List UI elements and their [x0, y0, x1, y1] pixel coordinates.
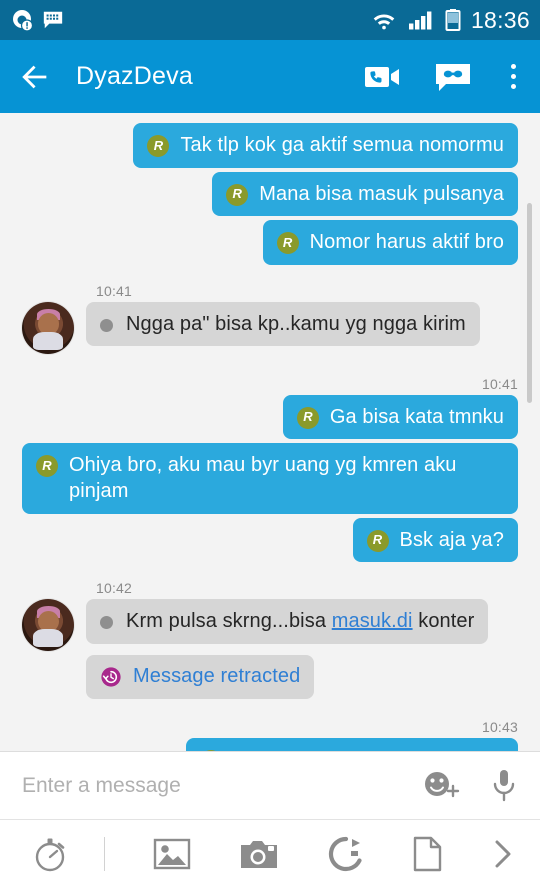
message-timestamp: 10:41: [481, 375, 518, 392]
chat-title: DyazDeva: [76, 62, 193, 90]
message-row[interactable]: R Nomor harus aktif bro: [0, 220, 540, 265]
message-input[interactable]: [22, 773, 408, 798]
message-text: Mana bisa masuk pulsanya: [259, 182, 504, 205]
battery-icon: [445, 9, 461, 31]
camera-button[interactable]: [239, 838, 279, 870]
message-row[interactable]: R Mana bisa masuk pulsanya: [0, 171, 540, 217]
message-bubble-outgoing[interactable]: R Ohiya bro, aku mau byr uang yg kmren a…: [22, 443, 518, 514]
overflow-menu-icon[interactable]: [505, 62, 522, 91]
message-timestamp: 10:41: [96, 282, 133, 299]
message-bubble-outgoing[interactable]: R Nomor harus aktif bro: [262, 220, 518, 265]
message-bubble-outgoing[interactable]: R Mana bisa masuk pulsanya: [212, 171, 518, 217]
bbm-message-icon: [43, 11, 63, 29]
chat-header: DyazDeva: [0, 40, 540, 113]
attachment-toolbar: [0, 820, 540, 888]
message-bubble-outgoing[interactable]: R Gak bisa keluar kntor brooooo: [186, 737, 518, 751]
header-actions: [365, 62, 522, 92]
video-call-icon[interactable]: [365, 63, 401, 91]
bbm-alert-icon: [13, 10, 34, 32]
message-link[interactable]: masuk.di: [332, 610, 413, 632]
message-text: Ohiya bro, aku mau byr uang yg kmren aku…: [69, 454, 457, 502]
message-timestamp: 10:42: [96, 580, 133, 597]
retract-badge-icon: R: [276, 232, 299, 255]
input-row: [0, 752, 540, 820]
status-clock: 18:36: [470, 6, 530, 33]
message-row[interactable]: R Gak bisa keluar kntor brooooo: [0, 737, 540, 751]
message-row[interactable]: Ngga pa" bisa kp..kamu yg ngga kirim: [0, 301, 540, 354]
timer-button[interactable]: [24, 835, 78, 873]
wifi-icon: [373, 14, 395, 30]
message-bubble-incoming[interactable]: Krm pulsa skrng...bisa masuk.di konter: [86, 599, 489, 644]
scrollbar[interactable]: [527, 203, 532, 403]
message-text: Ga bisa kata tmnku: [329, 405, 504, 428]
retract-badge-icon: R: [226, 183, 249, 206]
toolbar-divider: [104, 837, 105, 871]
status-system-icons: 18:36: [370, 7, 530, 34]
message-text: Krm pulsa skrng...bisa masuk.di konter: [126, 608, 474, 635]
giphy-button[interactable]: [328, 836, 364, 872]
status-notification-icons: [10, 8, 64, 32]
composer: [0, 751, 540, 888]
document-icon: [413, 836, 442, 872]
back-arrow-icon[interactable]: [18, 60, 52, 94]
gallery-icon: [154, 838, 191, 870]
retract-badge-icon: R: [296, 406, 319, 429]
message-bubble-outgoing[interactable]: R Tak tlp kok ga aktif semua nomormu: [133, 123, 518, 168]
message-text: Ngga pa" bisa kp..kamu yg ngga kirim: [126, 312, 466, 335]
message-row[interactable]: R Tak tlp kok ga aktif semua nomormu: [0, 123, 540, 168]
message-text: Gak bisa keluar kntor brooooo: [233, 747, 504, 751]
retract-badge-icon: R: [366, 529, 389, 552]
timer-icon: [35, 838, 65, 872]
message-row[interactable]: Krm pulsa skrng...bisa masuk.di konter: [0, 599, 540, 652]
status-dot-icon: [100, 318, 113, 332]
message-text-after: konter: [412, 610, 475, 633]
signal-icon: [408, 11, 432, 30]
document-button[interactable]: [412, 836, 442, 872]
retract-badge-icon: R: [36, 455, 58, 478]
input-icons: [408, 768, 518, 804]
message-list[interactable]: R Tak tlp kok ga aktif semua nomormu R M…: [0, 113, 540, 751]
retracted-label: Message retracted: [133, 665, 301, 688]
message-row[interactable]: R Ga bisa kata tmnku: [0, 394, 540, 440]
message-text: Tak tlp kok ga aktif semua nomormu: [180, 134, 504, 156]
message-text: Nomor harus aktif bro: [309, 231, 504, 254]
giphy-icon: [328, 836, 362, 872]
retract-badge-icon: R: [147, 135, 170, 157]
gallery-button[interactable]: [153, 837, 191, 871]
message-bubble-retracted[interactable]: Message retracted: [86, 655, 315, 699]
avatar[interactable]: [22, 599, 74, 652]
message-bubble-outgoing[interactable]: R Bsk aja ya?: [352, 517, 518, 563]
more-button[interactable]: [490, 837, 516, 871]
message-row[interactable]: R Bsk aja ya?: [0, 517, 540, 563]
status-dot-icon: [100, 616, 113, 630]
more-chevron-icon: [495, 840, 511, 868]
message-text-before: Krm pulsa skrng...bisa: [126, 610, 332, 633]
chat-screen: 18:36 DyazDeva R Tak tlp kok ga aktif se…: [0, 0, 540, 888]
message-bubble-incoming[interactable]: Ngga pa" bisa kp..kamu yg ngga kirim: [86, 301, 480, 347]
emoji-add-icon[interactable]: [422, 769, 462, 803]
status-bar: 18:36: [0, 0, 540, 40]
private-chat-icon[interactable]: [435, 62, 471, 92]
message-row[interactable]: R Ohiya bro, aku mau byr uang yg kmren a…: [0, 443, 540, 514]
message-row[interactable]: Message retracted: [0, 655, 540, 699]
message-retracted-icon: [101, 667, 121, 687]
message-timestamp: 10:43: [481, 718, 518, 735]
camera-icon: [241, 841, 278, 868]
microphone-icon[interactable]: [490, 768, 518, 804]
avatar[interactable]: [22, 301, 74, 354]
message-text: Bsk aja ya?: [399, 528, 504, 551]
retract-badge-icon: R: [200, 749, 223, 751]
message-bubble-outgoing[interactable]: R Ga bisa kata tmnku: [282, 394, 518, 440]
